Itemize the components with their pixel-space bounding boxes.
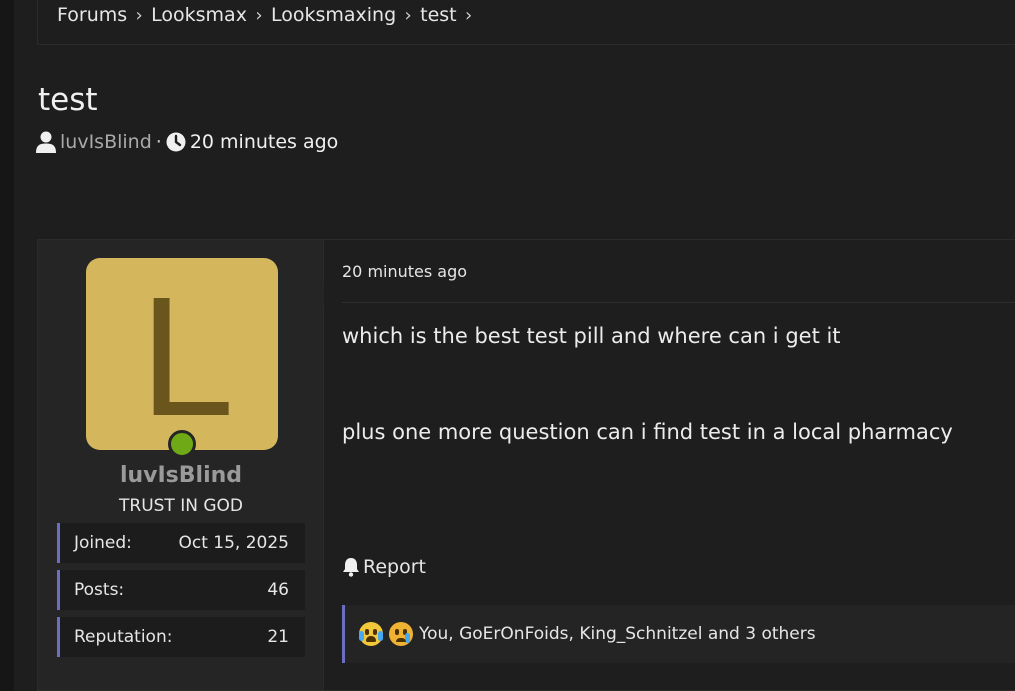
chevron-right-icon: › <box>255 4 263 26</box>
stat-value: 21 <box>267 627 289 647</box>
report-button[interactable]: Report <box>342 556 426 578</box>
breadcrumb-item-looksmax[interactable]: Looksmax › <box>151 4 271 26</box>
online-status-indicator <box>168 430 196 458</box>
username-link[interactable]: luvIsBlind <box>38 463 324 488</box>
chevron-right-icon: › <box>404 4 412 26</box>
breadcrumb: Forums › Looksmax › Looksmaxing › test › <box>37 0 1015 45</box>
bell-icon <box>343 558 359 577</box>
stat-label: Posts: <box>74 580 125 600</box>
clock-icon <box>166 132 186 152</box>
avatar-letter: L <box>139 262 235 452</box>
divider <box>342 302 1015 303</box>
post-time-link[interactable]: 20 minutes ago <box>342 262 467 281</box>
stat-joined: Joined: Oct 15, 2025 <box>57 523 305 563</box>
main-content: Forums › Looksmax › Looksmaxing › test ›… <box>14 0 1015 691</box>
user-title: TRUST IN GOD <box>119 496 243 516</box>
post-body: 20 minutes ago which is the best test pi… <box>312 240 1015 690</box>
post-text-line: plus one more question can i find test i… <box>342 420 953 444</box>
message-arrow <box>312 282 324 306</box>
reactions-text[interactable]: You, GoErOnFoids, King_Schnitzel and 3 o… <box>419 624 816 644</box>
avatar[interactable]: L <box>86 258 278 450</box>
breadcrumb-item-forums[interactable]: Forums › <box>57 4 151 26</box>
stat-label: Joined: <box>74 533 132 553</box>
reactions-bar[interactable]: You, GoErOnFoids, King_Schnitzel and 3 o… <box>342 605 1015 663</box>
stat-reputation: Reputation: 21 <box>57 617 305 657</box>
page-title: test <box>38 82 98 118</box>
crying-laughing-emoji-icon <box>359 622 383 646</box>
post-user-panel: L luvIsBlind TRUST IN GOD Joined: Oct 15… <box>38 240 324 690</box>
thread-author-link[interactable]: luvIsBlind <box>60 131 152 153</box>
breadcrumb-item-looksmaxing[interactable]: Looksmaxing › <box>271 4 420 26</box>
stat-value: Oct 15, 2025 <box>178 533 290 553</box>
stat-value: 46 <box>267 580 289 600</box>
report-label: Report <box>363 556 426 578</box>
breadcrumb-item-test[interactable]: test › <box>420 4 481 26</box>
sad-tear-emoji-icon <box>389 622 413 646</box>
stat-label: Reputation: <box>74 627 173 647</box>
left-rail <box>0 0 14 691</box>
post: L luvIsBlind TRUST IN GOD Joined: Oct 15… <box>37 239 1015 691</box>
meta-separator: · <box>155 131 162 153</box>
chevron-right-icon: › <box>135 4 143 26</box>
thread-time-link[interactable]: 20 minutes ago <box>190 131 339 153</box>
stat-posts: Posts: 46 <box>57 570 305 610</box>
post-text-line: which is the best test pill and where ca… <box>342 324 841 348</box>
thread-meta: luvIsBlind · 20 minutes ago <box>36 131 338 153</box>
chevron-right-icon: › <box>465 4 473 26</box>
user-icon <box>36 131 56 153</box>
